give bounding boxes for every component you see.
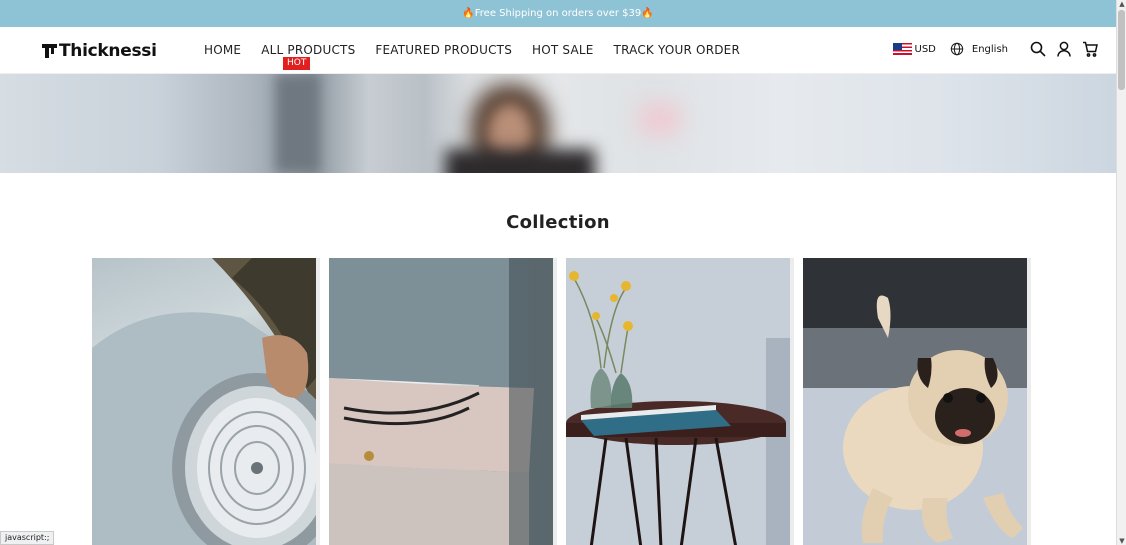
scroll-down-arrow-icon[interactable]: ▼ (1118, 537, 1126, 545)
nav-home[interactable]: HOME (204, 43, 241, 57)
side-table-vase-image (566, 258, 790, 545)
globe-icon[interactable] (950, 42, 964, 56)
collection-card-table[interactable] (566, 258, 790, 545)
collection-title: Collection (506, 212, 610, 233)
account-icon[interactable] (1056, 41, 1072, 57)
hot-badge: HOT (283, 57, 311, 70)
collection-card-bracelet[interactable] (329, 258, 553, 545)
main-nav: HOME ALL PRODUCTS FEATURED PRODUCTS HOT … (204, 43, 760, 57)
collection-grid (92, 258, 1027, 545)
site-header: Thicknessi HOT HOME ALL PRODUCTS FEATURE… (0, 27, 1116, 74)
pug-dog-image (803, 258, 1027, 545)
language-selector[interactable]: English (972, 44, 1008, 55)
search-icon[interactable] (1030, 41, 1046, 57)
page: 🔥 Free Shipping on orders over $39 🔥 Thi… (0, 0, 1116, 545)
fire-emoji-icon: 🔥 (462, 8, 475, 19)
hero-banner-image[interactable] (0, 74, 1116, 173)
collection-card-car[interactable] (92, 258, 316, 545)
vertical-scrollbar[interactable]: ▲ ▼ (1116, 0, 1126, 545)
logo-mark-icon (42, 44, 57, 58)
scrollbar-thumb[interactable] (1118, 10, 1125, 90)
currency-selector[interactable]: USD (915, 44, 936, 55)
logo[interactable]: Thicknessi (42, 41, 157, 61)
scroll-up-arrow-icon[interactable]: ▲ (1118, 0, 1126, 8)
header-actions: USD English (892, 41, 1098, 57)
nav-all-products[interactable]: ALL PRODUCTS (261, 43, 355, 57)
car-headlight-image (92, 258, 316, 545)
announcement-text: Free Shipping on orders over $39 (474, 8, 642, 19)
status-bar: javascript:; (0, 531, 55, 545)
nav-hot-sale[interactable]: HOT SALE (532, 43, 594, 57)
collection-card-pug[interactable] (803, 258, 1027, 545)
bracelet-wrist-image (329, 258, 553, 545)
nav-featured-products[interactable]: FEATURED PRODUCTS (375, 43, 512, 57)
nav-track-order[interactable]: TRACK YOUR ORDER (614, 43, 740, 57)
announcement-bar[interactable]: 🔥 Free Shipping on orders over $39 🔥 (0, 0, 1116, 27)
fire-emoji-icon-right: 🔥 (641, 8, 654, 19)
cart-icon[interactable] (1082, 41, 1098, 57)
logo-text: Thicknessi (59, 41, 157, 61)
us-flag-icon[interactable] (892, 43, 912, 55)
